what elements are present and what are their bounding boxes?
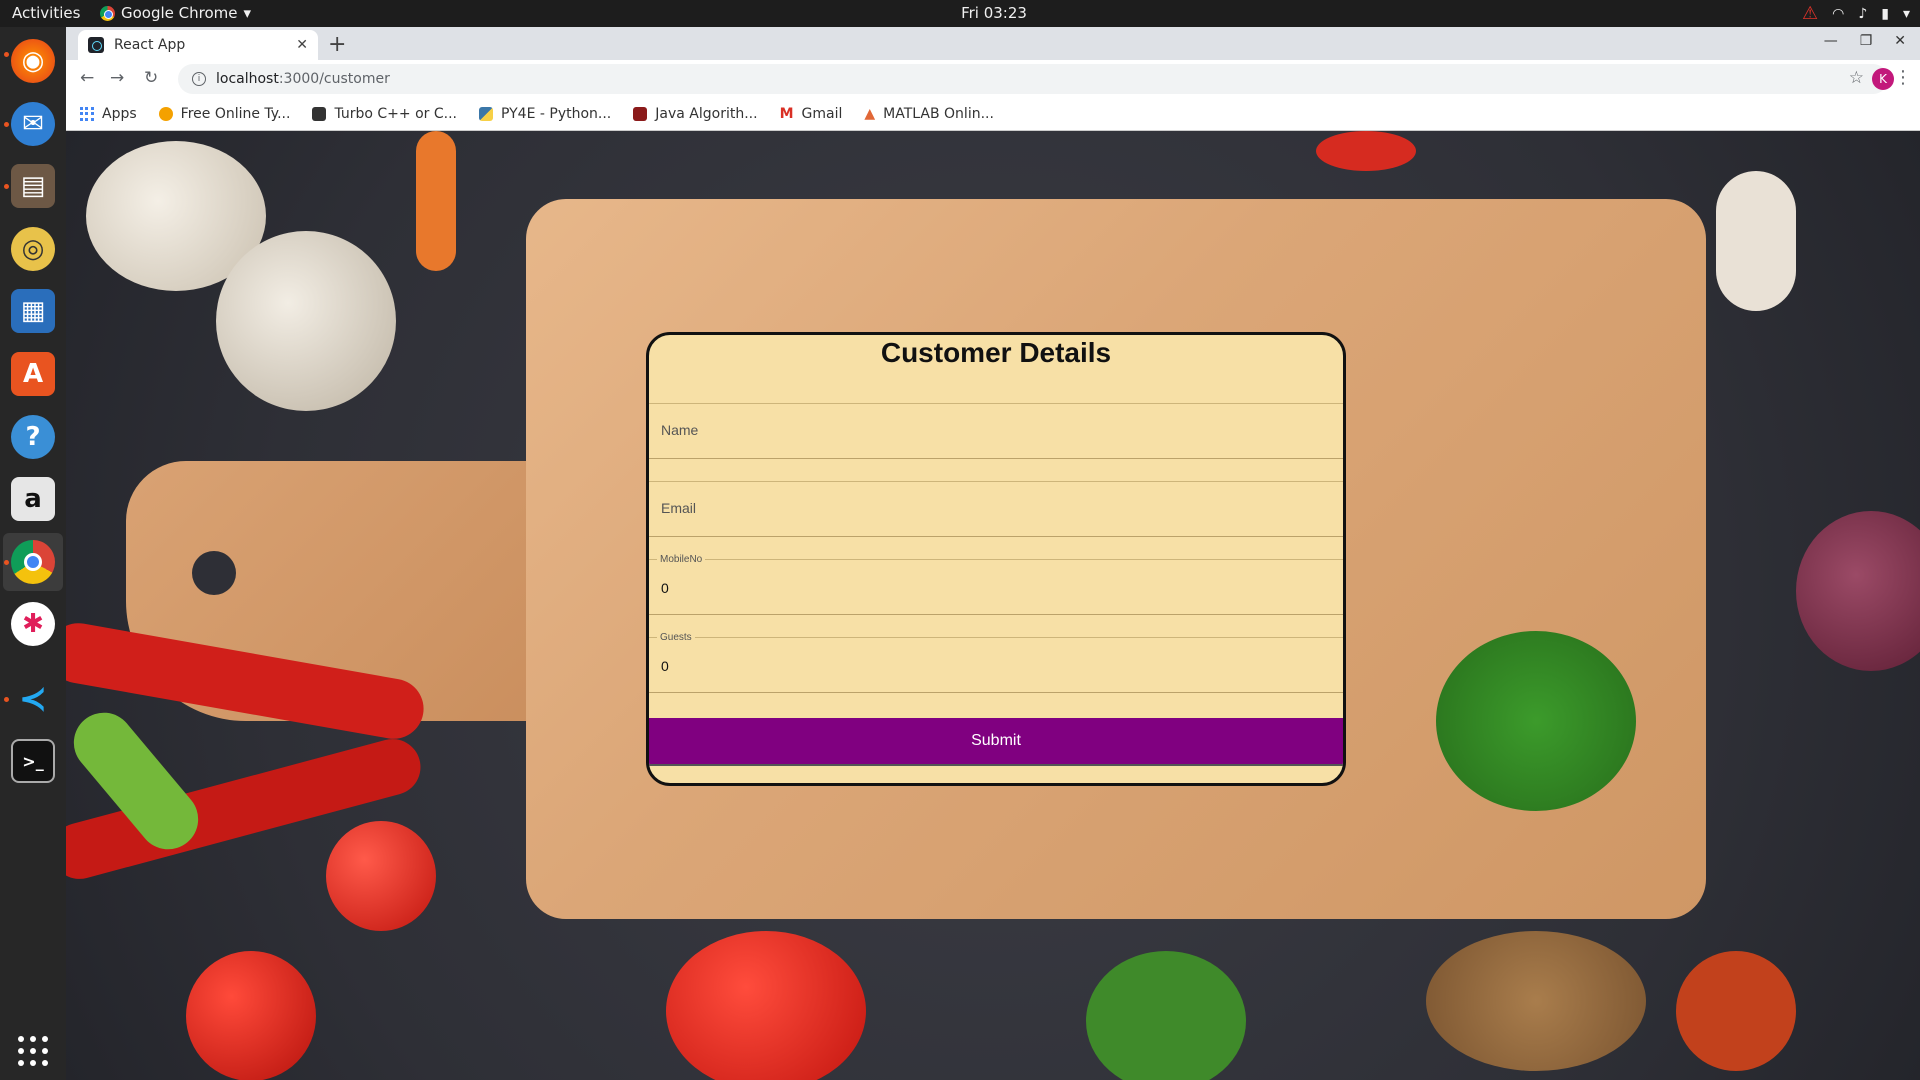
bookmark-matlab[interactable]: ▲ MATLAB Onlin...: [864, 106, 994, 122]
window-controls: — ❐ ✕: [1824, 33, 1906, 49]
princeton-shield-icon: [633, 107, 648, 121]
running-indicator: [4, 122, 9, 127]
customer-form-card: Customer Details Name Email MobileNo 0 G…: [646, 332, 1346, 786]
warning-icon[interactable]: ⚠: [1802, 3, 1818, 24]
paprika-image: [1676, 951, 1796, 1071]
form-title: Customer Details: [880, 337, 1112, 368]
forward-icon[interactable]: →: [110, 68, 124, 88]
back-icon[interactable]: ←: [80, 68, 94, 88]
tab-react-app[interactable]: React App ✕: [78, 30, 318, 60]
browser-window: React App ✕ + — ❐ ✕ ← → ↻ i localhost:30…: [66, 27, 1920, 131]
bookmark-java-algorithms[interactable]: Java Algorith...: [633, 106, 758, 122]
help-icon[interactable]: ?: [11, 415, 55, 459]
terminal-icon[interactable]: >_: [11, 739, 55, 783]
software-center-icon[interactable]: A: [11, 352, 55, 396]
clock[interactable]: Fri 03:23: [0, 4, 1920, 22]
browser-toolbar: ← → ↻ i localhost:3000/customer ☆ K ⋮: [66, 60, 1920, 98]
matlab-icon: ▲: [864, 106, 876, 122]
bookmark-py4e[interactable]: PY4E - Python...: [478, 106, 612, 122]
files-icon[interactable]: ▤: [11, 164, 55, 208]
apps-grid-icon: [80, 107, 94, 121]
python-icon: [478, 107, 493, 121]
submit-button[interactable]: Submit: [649, 718, 1343, 766]
address-bar[interactable]: i localhost:3000/customer: [178, 64, 1888, 94]
bookmark-label: Free Online Ty...: [180, 106, 291, 122]
info-icon[interactable]: i: [192, 72, 206, 86]
cucumber-image: [1086, 951, 1246, 1080]
guests-label: Guests: [657, 632, 695, 643]
bookmark-star-icon[interactable]: ☆: [1849, 68, 1864, 88]
email-field[interactable]: Email: [649, 481, 1343, 537]
close-window-icon[interactable]: ✕: [1894, 33, 1906, 49]
menu-kebab-icon[interactable]: ⋮: [1894, 67, 1912, 88]
garlic-image: [1716, 171, 1796, 311]
bookmark-turbo-cpp[interactable]: Turbo C++ or C...: [312, 106, 457, 122]
running-indicator: [4, 697, 9, 702]
name-field[interactable]: Name: [649, 403, 1343, 459]
guests-field[interactable]: Guests 0: [649, 632, 1343, 693]
power-menu-icon: ▾: [1902, 5, 1910, 22]
slack-icon[interactable]: ✱: [11, 602, 55, 646]
guests-value: 0: [661, 658, 669, 674]
cpp-site-icon: [312, 107, 327, 121]
beet-image: [1796, 511, 1920, 671]
volume-icon: ♪: [1858, 5, 1868, 22]
bookmark-label: Gmail: [801, 106, 843, 122]
name-placeholder: Name: [661, 422, 699, 438]
battery-icon: ▮: [1881, 5, 1889, 22]
chrome-icon[interactable]: [11, 540, 55, 584]
bookmark-label: Java Algorith...: [655, 106, 758, 122]
wifi-icon: ◠: [1832, 5, 1845, 22]
dock: ◉ ✉ ▤ ◎ ▦ A ? a ✱ ≺ >_: [0, 27, 66, 1080]
minimize-icon[interactable]: —: [1824, 33, 1838, 49]
show-applications-icon[interactable]: [18, 1036, 48, 1066]
mobile-field[interactable]: MobileNo 0: [649, 554, 1343, 615]
tab-strip: React App ✕ + — ❐ ✕: [66, 27, 1920, 60]
react-favicon-icon: [88, 37, 104, 53]
bookmark-typing[interactable]: Free Online Ty...: [158, 106, 291, 122]
vscode-icon[interactable]: ≺: [11, 677, 55, 721]
profile-avatar[interactable]: K: [1872, 68, 1894, 90]
bookmarks-bar: Apps Free Online Ty... Turbo C++ or C...…: [66, 98, 1920, 131]
rhythmbox-icon[interactable]: ◎: [11, 227, 55, 271]
tomato-image: [186, 951, 316, 1080]
url-host: localhost: [216, 71, 279, 87]
mushroom-image: [216, 231, 396, 411]
bookmark-label: Apps: [102, 106, 137, 122]
email-placeholder: Email: [661, 500, 697, 516]
amazon-icon[interactable]: a: [11, 477, 55, 521]
reload-icon[interactable]: ↻: [144, 68, 158, 88]
bookmark-label: PY4E - Python...: [500, 106, 612, 122]
running-indicator: [4, 52, 9, 57]
bell-pepper-image: [666, 931, 866, 1080]
system-top-bar: Activities Google Chrome ▾ Fri 03:23 ⚠ ◠…: [0, 0, 1920, 27]
tomato-image: [1316, 131, 1416, 171]
close-tab-icon[interactable]: ✕: [296, 37, 308, 53]
mobile-label: MobileNo: [657, 554, 706, 565]
gmail-icon: M: [779, 106, 794, 122]
carrot-image: [416, 131, 456, 271]
url-path: :3000/customer: [278, 71, 390, 87]
firefox-icon[interactable]: ◉: [11, 39, 55, 83]
restore-icon[interactable]: ❐: [1860, 33, 1873, 49]
bookmark-label: MATLAB Onlin...: [883, 106, 994, 122]
writer-icon[interactable]: ▦: [11, 289, 55, 333]
mobile-value: 0: [661, 580, 669, 596]
system-tray[interactable]: ⚠ ◠ ♪ ▮ ▾: [1802, 3, 1910, 24]
bookmark-gmail[interactable]: M Gmail: [780, 106, 843, 122]
typing-site-icon: [158, 107, 173, 121]
running-indicator: [4, 184, 9, 189]
bookmark-apps[interactable]: Apps: [80, 106, 137, 122]
tomato-image: [326, 821, 436, 931]
new-tab-button[interactable]: +: [328, 32, 346, 57]
running-indicator: [4, 560, 9, 565]
basil-image: [1436, 631, 1636, 811]
thunderbird-icon[interactable]: ✉: [11, 102, 55, 146]
spice-bowl-image: [1426, 931, 1646, 1071]
cutting-board-hole: [192, 551, 236, 595]
page-viewport: Customer Details Name Email MobileNo 0 G…: [66, 131, 1920, 1080]
bookmark-label: Turbo C++ or C...: [334, 106, 457, 122]
tab-title: React App: [114, 37, 186, 53]
